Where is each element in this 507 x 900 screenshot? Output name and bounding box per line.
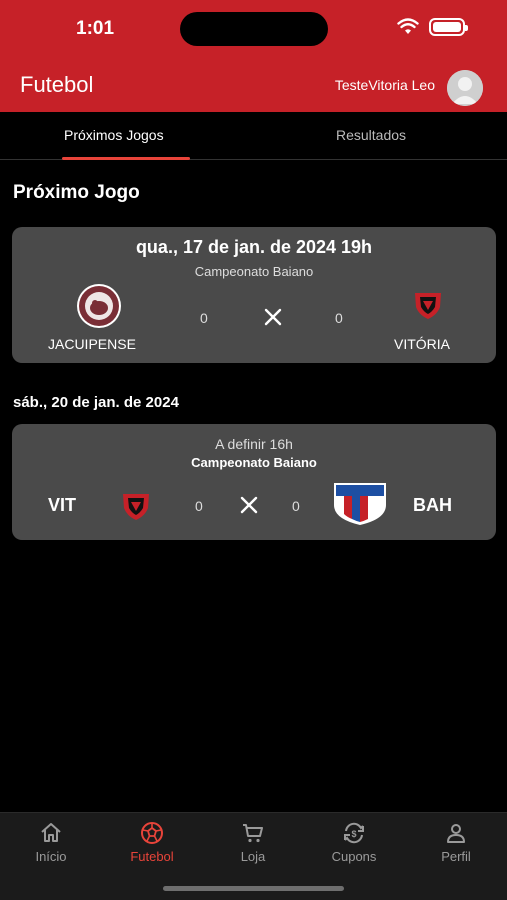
bahia-crest-icon bbox=[334, 483, 386, 525]
vitoria-crest-icon bbox=[123, 494, 149, 520]
dynamic-island bbox=[180, 12, 328, 46]
app-header: 1:01 Futebol TesteVitoria Leo bbox=[0, 0, 507, 112]
nav-label: Início bbox=[35, 849, 67, 864]
tab-proximos-jogos[interactable]: Próximos Jogos bbox=[64, 127, 164, 143]
tab-bar: Próximos Jogos Resultados bbox=[0, 112, 507, 160]
section-title: Próximo Jogo bbox=[13, 182, 140, 203]
wifi-icon bbox=[397, 18, 419, 34]
match-date-heading: sáb., 20 de jan. de 2024 bbox=[13, 394, 179, 411]
nav-item-perfil[interactable]: Perfil bbox=[416, 821, 496, 864]
profile-icon bbox=[447, 824, 465, 843]
away-team-name: VITÓRIA bbox=[394, 336, 451, 352]
svg-text:$: $ bbox=[351, 829, 356, 839]
coupon-exchange-icon: $ bbox=[344, 822, 364, 844]
avatar[interactable] bbox=[447, 70, 483, 106]
home-team-name: JACUIPENSE bbox=[48, 336, 136, 352]
nav-label: Perfil bbox=[441, 849, 471, 864]
tab-resultados[interactable]: Resultados bbox=[336, 127, 406, 143]
match-date-time: qua., 17 de jan. de 2024 19h bbox=[135, 237, 373, 257]
nav-item-inicio[interactable]: Início bbox=[11, 821, 91, 864]
match-competition: Campeonato Baiano bbox=[194, 264, 314, 279]
vitoria-crest-icon bbox=[415, 293, 441, 319]
soccer-ball-icon bbox=[141, 822, 163, 844]
away-score: 0 bbox=[335, 310, 343, 326]
away-score: 0 bbox=[292, 498, 300, 514]
home-score: 0 bbox=[200, 310, 208, 326]
nav-label: Loja bbox=[240, 849, 266, 864]
active-tab-indicator bbox=[62, 157, 190, 160]
away-team-abbr: BAH bbox=[413, 495, 452, 515]
match-card[interactable]: qua., 17 de jan. de 2024 19h Campeonato … bbox=[12, 227, 496, 363]
status-icons bbox=[397, 18, 468, 36]
cart-icon bbox=[243, 824, 263, 843]
match-time: A definir 16h bbox=[215, 436, 293, 452]
user-avatar-icon bbox=[447, 70, 483, 106]
nav-label: Futebol bbox=[130, 849, 174, 864]
user-name[interactable]: TesteVitoria Leo bbox=[335, 77, 435, 93]
home-team-abbr: VIT bbox=[48, 495, 77, 515]
versus-icon bbox=[264, 308, 282, 326]
battery-icon bbox=[429, 18, 468, 36]
nav-label: Cupons bbox=[331, 849, 377, 864]
nav-item-loja[interactable]: Loja bbox=[213, 821, 293, 864]
home-score: 0 bbox=[195, 498, 203, 514]
versus-icon bbox=[240, 496, 258, 514]
page-title: Futebol bbox=[20, 72, 94, 97]
match-competition: Campeonato Baiano bbox=[191, 455, 317, 470]
nav-item-futebol[interactable]: Futebol bbox=[112, 821, 192, 864]
home-icon bbox=[41, 823, 61, 842]
nav-item-cupons[interactable]: $ Cupons bbox=[314, 821, 394, 864]
status-time: 1:01 bbox=[76, 18, 115, 39]
match-card[interactable]: A definir 16h Campeonato Baiano VIT 0 0 … bbox=[12, 424, 496, 540]
jacuipense-crest-icon bbox=[77, 284, 121, 328]
home-indicator bbox=[163, 886, 344, 891]
